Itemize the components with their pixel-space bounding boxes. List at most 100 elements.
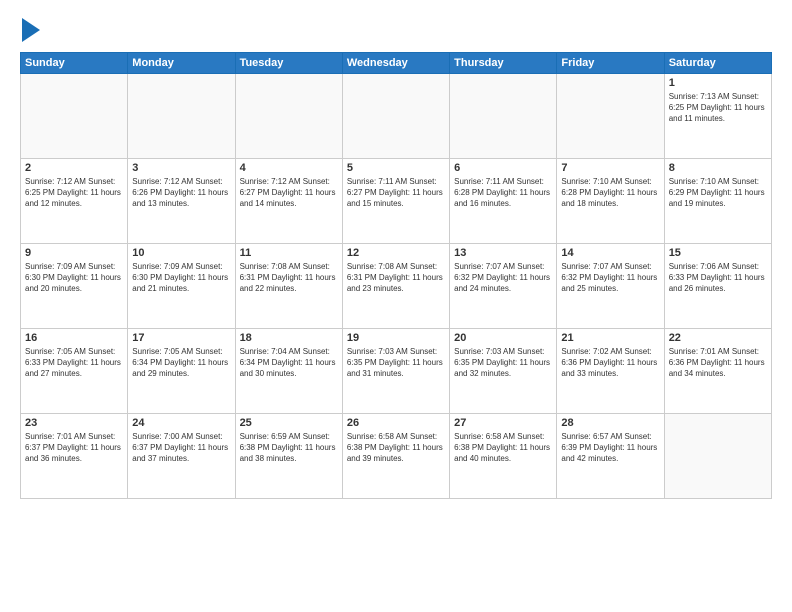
day-number: 23 xyxy=(25,417,123,429)
day-info: Sunrise: 7:10 AM Sunset: 6:28 PM Dayligh… xyxy=(561,176,659,210)
calendar-cell: 13 Sunrise: 7:07 AM Sunset: 6:32 PM Dayli… xyxy=(450,244,557,329)
day-info: Sunrise: 7:12 AM Sunset: 6:26 PM Dayligh… xyxy=(132,176,230,210)
calendar-cell: 7 Sunrise: 7:10 AM Sunset: 6:28 PM Daylig… xyxy=(557,159,664,244)
day-info: Sunrise: 7:08 AM Sunset: 6:31 PM Dayligh… xyxy=(240,261,338,295)
day-info: Sunrise: 7:01 AM Sunset: 6:37 PM Dayligh… xyxy=(25,431,123,465)
day-number: 4 xyxy=(240,162,338,174)
calendar-cell: 19 Sunrise: 7:03 AM Sunset: 6:35 PM Dayli… xyxy=(342,329,449,414)
calendar-cell: 17 Sunrise: 7:05 AM Sunset: 6:34 PM Dayli… xyxy=(128,329,235,414)
day-number: 9 xyxy=(25,247,123,259)
day-number: 27 xyxy=(454,417,552,429)
day-info: Sunrise: 7:04 AM Sunset: 6:34 PM Dayligh… xyxy=(240,346,338,380)
day-info: Sunrise: 7:06 AM Sunset: 6:33 PM Dayligh… xyxy=(669,261,767,295)
header xyxy=(20,16,772,42)
weekday-header-monday: Monday xyxy=(128,53,235,74)
day-info: Sunrise: 6:58 AM Sunset: 6:38 PM Dayligh… xyxy=(347,431,445,465)
day-number: 1 xyxy=(669,77,767,89)
day-number: 22 xyxy=(669,332,767,344)
calendar-cell: 22 Sunrise: 7:01 AM Sunset: 6:36 PM Dayli… xyxy=(664,329,771,414)
calendar-cell: 2 Sunrise: 7:12 AM Sunset: 6:25 PM Daylig… xyxy=(21,159,128,244)
calendar-cell xyxy=(557,74,664,159)
calendar: SundayMondayTuesdayWednesdayThursdayFrid… xyxy=(20,52,772,499)
calendar-cell xyxy=(450,74,557,159)
calendar-cell xyxy=(235,74,342,159)
calendar-cell: 23 Sunrise: 7:01 AM Sunset: 6:37 PM Dayli… xyxy=(21,414,128,499)
day-info: Sunrise: 7:10 AM Sunset: 6:29 PM Dayligh… xyxy=(669,176,767,210)
weekday-header-thursday: Thursday xyxy=(450,53,557,74)
day-number: 6 xyxy=(454,162,552,174)
week-row-1: 2 Sunrise: 7:12 AM Sunset: 6:25 PM Daylig… xyxy=(21,159,772,244)
day-number: 16 xyxy=(25,332,123,344)
day-info: Sunrise: 7:07 AM Sunset: 6:32 PM Dayligh… xyxy=(454,261,552,295)
week-row-4: 23 Sunrise: 7:01 AM Sunset: 6:37 PM Dayli… xyxy=(21,414,772,499)
day-number: 8 xyxy=(669,162,767,174)
day-info: Sunrise: 7:11 AM Sunset: 6:27 PM Dayligh… xyxy=(347,176,445,210)
day-number: 7 xyxy=(561,162,659,174)
day-number: 19 xyxy=(347,332,445,344)
day-number: 28 xyxy=(561,417,659,429)
day-number: 2 xyxy=(25,162,123,174)
day-number: 20 xyxy=(454,332,552,344)
calendar-cell: 5 Sunrise: 7:11 AM Sunset: 6:27 PM Daylig… xyxy=(342,159,449,244)
weekday-header-row: SundayMondayTuesdayWednesdayThursdayFrid… xyxy=(21,53,772,74)
week-row-0: 1 Sunrise: 7:13 AM Sunset: 6:25 PM Daylig… xyxy=(21,74,772,159)
day-number: 17 xyxy=(132,332,230,344)
day-info: Sunrise: 7:05 AM Sunset: 6:33 PM Dayligh… xyxy=(25,346,123,380)
weekday-header-sunday: Sunday xyxy=(21,53,128,74)
weekday-header-tuesday: Tuesday xyxy=(235,53,342,74)
day-number: 5 xyxy=(347,162,445,174)
calendar-cell: 14 Sunrise: 7:07 AM Sunset: 6:32 PM Dayli… xyxy=(557,244,664,329)
day-info: Sunrise: 7:12 AM Sunset: 6:27 PM Dayligh… xyxy=(240,176,338,210)
calendar-cell: 24Sunrise: 7:00 AM Sunset: 6:37 PM Dayli… xyxy=(128,414,235,499)
logo-arrow-icon xyxy=(22,18,40,42)
calendar-cell xyxy=(21,74,128,159)
calendar-cell: 20 Sunrise: 7:03 AM Sunset: 6:35 PM Dayli… xyxy=(450,329,557,414)
calendar-cell: 28 Sunrise: 6:57 AM Sunset: 6:39 PM Dayli… xyxy=(557,414,664,499)
week-row-3: 16 Sunrise: 7:05 AM Sunset: 6:33 PM Dayli… xyxy=(21,329,772,414)
calendar-cell: 12 Sunrise: 7:08 AM Sunset: 6:31 PM Dayli… xyxy=(342,244,449,329)
day-number: 24 xyxy=(132,417,230,429)
day-info: Sunrise: 7:13 AM Sunset: 6:25 PM Dayligh… xyxy=(669,91,767,125)
calendar-cell: 25Sunrise: 6:59 AM Sunset: 6:38 PM Dayli… xyxy=(235,414,342,499)
calendar-cell: 9 Sunrise: 7:09 AM Sunset: 6:30 PM Daylig… xyxy=(21,244,128,329)
day-number: 13 xyxy=(454,247,552,259)
day-info: Sunrise: 7:03 AM Sunset: 6:35 PM Dayligh… xyxy=(347,346,445,380)
day-info: Sunrise: 7:08 AM Sunset: 6:31 PM Dayligh… xyxy=(347,261,445,295)
calendar-cell: 26 Sunrise: 6:58 AM Sunset: 6:38 PM Dayli… xyxy=(342,414,449,499)
day-info: Sunrise: 7:09 AM Sunset: 6:30 PM Dayligh… xyxy=(25,261,123,295)
calendar-cell: 6 Sunrise: 7:11 AM Sunset: 6:28 PM Daylig… xyxy=(450,159,557,244)
day-info: Sunrise: 6:57 AM Sunset: 6:39 PM Dayligh… xyxy=(561,431,659,465)
day-info: Sunrise: 6:58 AM Sunset: 6:38 PM Dayligh… xyxy=(454,431,552,465)
day-info: Sunrise: 7:09 AM Sunset: 6:30 PM Dayligh… xyxy=(132,261,230,295)
calendar-cell: 15 Sunrise: 7:06 AM Sunset: 6:33 PM Dayli… xyxy=(664,244,771,329)
calendar-cell: 21 Sunrise: 7:02 AM Sunset: 6:36 PM Dayli… xyxy=(557,329,664,414)
weekday-header-saturday: Saturday xyxy=(664,53,771,74)
day-number: 25 xyxy=(240,417,338,429)
calendar-cell: 10 Sunrise: 7:09 AM Sunset: 6:30 PM Dayli… xyxy=(128,244,235,329)
calendar-cell: 18Sunrise: 7:04 AM Sunset: 6:34 PM Dayli… xyxy=(235,329,342,414)
day-number: 21 xyxy=(561,332,659,344)
calendar-cell: 1 Sunrise: 7:13 AM Sunset: 6:25 PM Daylig… xyxy=(664,74,771,159)
calendar-cell: 3 Sunrise: 7:12 AM Sunset: 6:26 PM Daylig… xyxy=(128,159,235,244)
day-info: Sunrise: 7:05 AM Sunset: 6:34 PM Dayligh… xyxy=(132,346,230,380)
calendar-cell xyxy=(664,414,771,499)
day-info: Sunrise: 7:11 AM Sunset: 6:28 PM Dayligh… xyxy=(454,176,552,210)
day-info: Sunrise: 7:03 AM Sunset: 6:35 PM Dayligh… xyxy=(454,346,552,380)
day-number: 3 xyxy=(132,162,230,174)
day-info: Sunrise: 7:02 AM Sunset: 6:36 PM Dayligh… xyxy=(561,346,659,380)
logo xyxy=(20,16,40,42)
day-info: Sunrise: 7:01 AM Sunset: 6:36 PM Dayligh… xyxy=(669,346,767,380)
day-info: Sunrise: 7:12 AM Sunset: 6:25 PM Dayligh… xyxy=(25,176,123,210)
day-number: 12 xyxy=(347,247,445,259)
day-number: 14 xyxy=(561,247,659,259)
day-number: 15 xyxy=(669,247,767,259)
day-number: 26 xyxy=(347,417,445,429)
calendar-cell: 16 Sunrise: 7:05 AM Sunset: 6:33 PM Dayli… xyxy=(21,329,128,414)
calendar-cell: 11Sunrise: 7:08 AM Sunset: 6:31 PM Dayli… xyxy=(235,244,342,329)
week-row-2: 9 Sunrise: 7:09 AM Sunset: 6:30 PM Daylig… xyxy=(21,244,772,329)
day-info: Sunrise: 7:07 AM Sunset: 6:32 PM Dayligh… xyxy=(561,261,659,295)
calendar-cell: 8 Sunrise: 7:10 AM Sunset: 6:29 PM Daylig… xyxy=(664,159,771,244)
day-number: 10 xyxy=(132,247,230,259)
calendar-cell xyxy=(342,74,449,159)
calendar-cell xyxy=(128,74,235,159)
